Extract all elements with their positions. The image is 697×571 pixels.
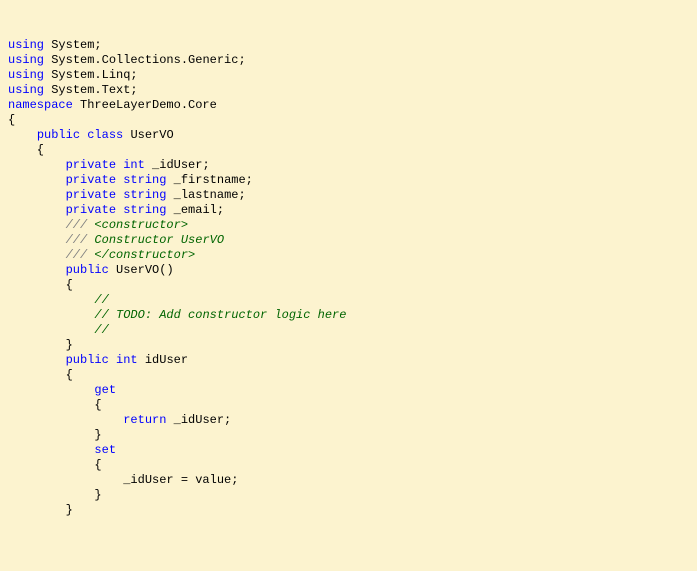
code-line: private string _email;: [8, 203, 689, 218]
code-line: using System.Text;: [8, 83, 689, 98]
code-line: private int _idUser;: [8, 158, 689, 173]
code-line: /// </constructor>: [8, 248, 689, 263]
code-line: /// Constructor UserVO: [8, 233, 689, 248]
code-line: //: [8, 293, 689, 308]
code-line: {: [8, 398, 689, 413]
code-line: }: [8, 338, 689, 353]
code-line: public UserVO(): [8, 263, 689, 278]
code-line: {: [8, 143, 689, 158]
code-line: public int idUser: [8, 353, 689, 368]
code-line: }: [8, 488, 689, 503]
code-block: using System;using System.Collections.Ge…: [8, 38, 689, 518]
code-line: {: [8, 113, 689, 128]
code-line: }: [8, 428, 689, 443]
code-line: public class UserVO: [8, 128, 689, 143]
code-line: /// <constructor>: [8, 218, 689, 233]
code-line: using System.Linq;: [8, 68, 689, 83]
code-line: }: [8, 503, 689, 518]
code-line: using System;: [8, 38, 689, 53]
code-line: {: [8, 368, 689, 383]
code-line: return _idUser;: [8, 413, 689, 428]
code-line: _idUser = value;: [8, 473, 689, 488]
code-line: set: [8, 443, 689, 458]
code-line: private string _lastname;: [8, 188, 689, 203]
code-line: //: [8, 323, 689, 338]
code-line: using System.Collections.Generic;: [8, 53, 689, 68]
code-line: private string _firstname;: [8, 173, 689, 188]
code-line: namespace ThreeLayerDemo.Core: [8, 98, 689, 113]
code-line: get: [8, 383, 689, 398]
code-line: {: [8, 278, 689, 293]
code-line: {: [8, 458, 689, 473]
code-line: // TODO: Add constructor logic here: [8, 308, 689, 323]
